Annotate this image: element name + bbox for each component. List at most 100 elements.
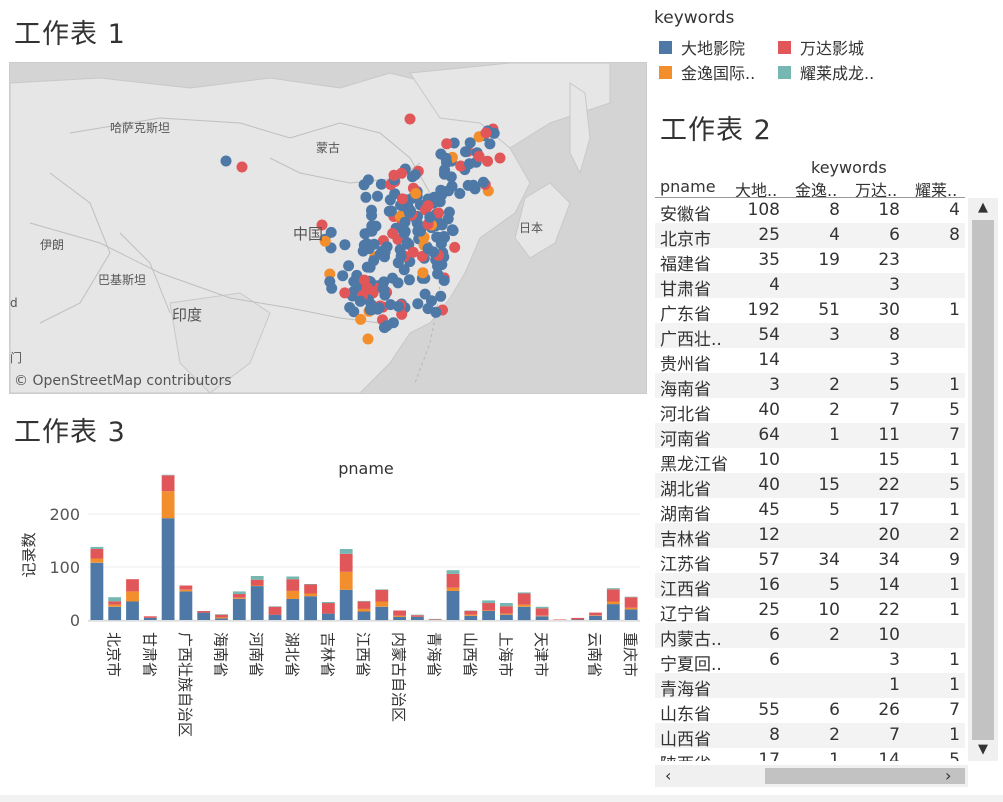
bar-segment[interactable] <box>126 601 139 620</box>
bar-segment[interactable] <box>411 615 424 617</box>
map-point[interactable] <box>417 267 429 279</box>
table-row[interactable]: 山东省 55 6 26 7 <box>655 698 965 725</box>
bar-segment[interactable] <box>411 616 424 620</box>
bar-segment[interactable] <box>535 615 549 617</box>
bar-segment[interactable] <box>535 608 549 616</box>
map-point[interactable] <box>372 190 383 202</box>
map-point[interactable] <box>460 146 471 158</box>
map-point[interactable] <box>373 302 385 314</box>
bar-segment[interactable] <box>286 579 300 591</box>
table-row[interactable]: 青海省 1 1 <box>655 673 965 700</box>
bar-segment[interactable] <box>108 604 122 607</box>
bar-segment[interactable] <box>322 603 335 614</box>
bar-segment[interactable] <box>517 606 531 621</box>
table-row[interactable]: 贵州省 14 3 <box>655 348 965 375</box>
horizontal-scrollbar[interactable]: ‹ › <box>655 765 968 787</box>
bar-segment[interactable] <box>215 618 228 620</box>
bar-segment[interactable] <box>428 618 442 620</box>
table-row[interactable]: 陕西省 17 1 14 5 <box>655 748 965 761</box>
bar-segment[interactable] <box>339 589 353 620</box>
bar-segment[interactable] <box>464 611 478 615</box>
map-point[interactable] <box>362 333 374 345</box>
legend-item-dadi[interactable]: 大地影院 <box>659 35 745 59</box>
bar-segment[interactable] <box>215 617 228 619</box>
table-row[interactable]: 江西省 16 5 14 1 <box>655 573 965 600</box>
table-row[interactable]: 甘肃省 4 3 <box>655 273 965 300</box>
map-point[interactable] <box>377 282 389 294</box>
bar-segment[interactable] <box>108 601 122 605</box>
bar-segment[interactable] <box>464 610 478 612</box>
bar-segment[interactable] <box>500 603 513 607</box>
scroll-right-icon[interactable]: › <box>945 766 951 785</box>
bar-segment[interactable] <box>250 585 264 587</box>
bar-segment[interactable] <box>232 591 246 595</box>
map-point[interactable] <box>364 261 376 273</box>
map-point[interactable] <box>412 225 424 237</box>
horizontal-scroll-thumb[interactable] <box>765 768 965 784</box>
bar-segment[interactable] <box>143 617 157 620</box>
map-point[interactable] <box>422 243 434 255</box>
bar-segment[interactable] <box>286 576 300 580</box>
bar-segment[interactable] <box>304 584 317 594</box>
bar-segment[interactable] <box>232 598 246 620</box>
map-point[interactable] <box>494 152 506 164</box>
map-point[interactable] <box>397 193 408 205</box>
bar-segment[interactable] <box>606 601 620 605</box>
map-point[interactable] <box>432 268 444 280</box>
table-row[interactable]: 广西壮.. 54 3 8 <box>655 323 965 350</box>
bar-segment[interactable] <box>126 591 139 602</box>
map-point[interactable] <box>387 272 398 284</box>
bar-segment[interactable] <box>232 594 246 598</box>
bar-segment[interactable] <box>250 576 264 580</box>
bar-segment[interactable] <box>624 607 638 610</box>
map-point[interactable] <box>439 167 451 179</box>
table-row[interactable]: 内蒙古.. 6 2 10 <box>655 623 965 650</box>
vertical-scroll-thumb[interactable] <box>972 220 994 740</box>
map-point[interactable] <box>449 241 461 253</box>
map-point[interactable] <box>401 237 413 249</box>
map-point[interactable] <box>477 176 489 188</box>
map-point[interactable] <box>368 238 380 250</box>
bar-segment[interactable] <box>606 589 620 602</box>
map-point[interactable] <box>359 228 371 240</box>
bar-segment[interactable] <box>304 593 317 597</box>
bar-segment[interactable] <box>357 611 371 621</box>
bar-segment[interactable] <box>606 588 620 590</box>
bar-segment[interactable] <box>411 614 424 616</box>
bar-segment[interactable] <box>624 609 638 620</box>
map-point[interactable] <box>339 287 351 299</box>
map-point[interactable] <box>388 169 400 181</box>
bar-segment[interactable] <box>339 553 353 572</box>
bar-segment[interactable] <box>250 586 264 620</box>
bar-segment[interactable] <box>304 584 317 585</box>
map-point[interactable] <box>473 150 485 162</box>
bar-segment[interactable] <box>482 611 495 620</box>
bar-segment[interactable] <box>108 597 122 602</box>
bar-segment[interactable] <box>232 597 246 599</box>
table-row[interactable]: 山西省 8 2 7 1 <box>655 723 965 750</box>
map-point[interactable] <box>344 302 356 313</box>
table-row[interactable]: 河南省 64 1 11 7 <box>655 423 965 450</box>
map-point[interactable] <box>354 295 366 307</box>
bar-segment[interactable] <box>375 601 389 607</box>
bar-segment[interactable] <box>108 606 122 621</box>
bar-segment[interactable] <box>393 615 406 617</box>
bar-segment[interactable] <box>90 558 104 563</box>
table-row[interactable]: 江苏省 57 34 34 9 <box>655 548 965 575</box>
table-row[interactable]: 广东省 192 51 30 1 <box>655 298 965 325</box>
table-row[interactable]: 海南省 3 2 5 1 <box>655 373 965 400</box>
bar-segment[interactable] <box>517 593 531 605</box>
bar-segment[interactable] <box>143 616 157 618</box>
bar-segment[interactable] <box>446 573 460 588</box>
map-point[interactable] <box>434 196 446 208</box>
table-row[interactable]: 辽宁省 25 10 22 1 <box>655 598 965 625</box>
table-row[interactable]: 安徽省 108 8 18 4 <box>655 198 965 225</box>
scroll-down-icon[interactable]: ▼ <box>968 742 998 757</box>
map-point[interactable] <box>399 225 411 237</box>
map-point[interactable] <box>438 231 450 242</box>
map-point[interactable] <box>337 270 349 282</box>
map-point[interactable] <box>403 274 415 286</box>
bar-segment[interactable] <box>535 616 549 620</box>
bar-segment[interactable] <box>357 600 371 602</box>
bar-segment[interactable] <box>464 615 478 620</box>
